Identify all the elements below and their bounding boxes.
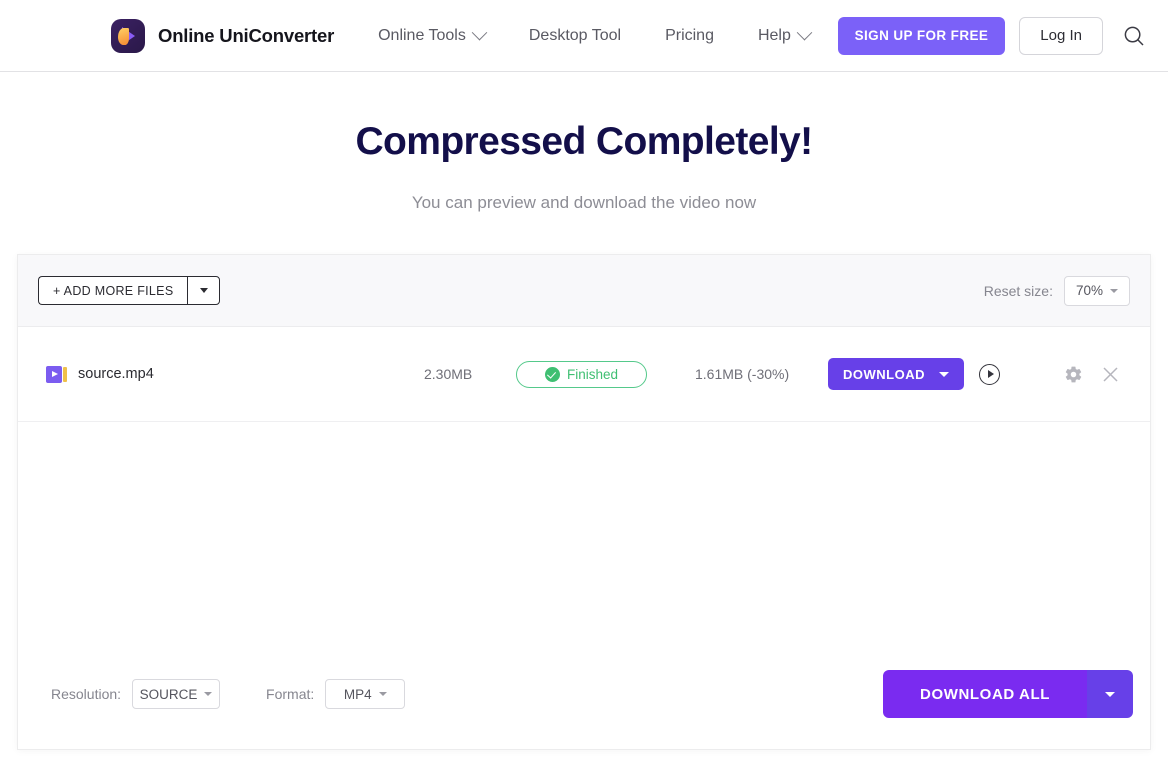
nav-item-help[interactable]: Help — [736, 24, 832, 45]
check-circle-icon — [544, 366, 560, 382]
gear-icon[interactable] — [1064, 365, 1083, 384]
page-title: Compressed Completely! — [355, 120, 813, 163]
table-row: source.mp4 2.30MB Finished 1.61MB (-30%)… — [18, 327, 1150, 422]
resolution-value: SOURCE — [139, 686, 198, 702]
status-badge: Finished — [516, 360, 647, 388]
sign-up-button[interactable]: SIGN UP FOR FREE — [837, 16, 1006, 55]
add-more-files-group: + ADD MORE FILES — [38, 276, 221, 305]
main-nav: Online Tools Desktop Tool Pricing Help — [356, 24, 832, 45]
chevron-down-icon — [199, 288, 208, 293]
hero-section: Compressed Completely! You can preview a… — [0, 72, 1168, 213]
format-select[interactable]: MP4 — [325, 679, 406, 709]
chevron-down-icon — [471, 24, 488, 41]
reset-size-value: 70% — [1075, 283, 1103, 298]
card-toolbar: + ADD MORE FILES Reset size: 70% — [18, 255, 1150, 327]
format-label: Format: — [266, 686, 315, 702]
resolution-label: Resolution: — [51, 686, 122, 702]
video-file-icon — [46, 365, 67, 383]
download-button[interactable]: DOWNLOAD — [828, 358, 964, 390]
nav-item-desktop-tool[interactable]: Desktop Tool — [507, 27, 643, 45]
nav-item-pricing[interactable]: Pricing — [643, 27, 736, 45]
close-icon[interactable] — [1102, 366, 1119, 383]
download-all-group: DOWNLOAD ALL — [883, 670, 1133, 718]
page-subtitle: You can preview and download the video n… — [411, 193, 757, 212]
log-in-button[interactable]: Log In — [1019, 16, 1103, 55]
chevron-down-icon — [939, 371, 949, 377]
format-value: MP4 — [343, 686, 372, 702]
brand-name: Online UniConverter — [158, 24, 335, 46]
resolution-select[interactable]: SOURCE — [132, 679, 221, 709]
file-list-card: + ADD MORE FILES Reset size: 70% source.… — [17, 254, 1151, 750]
play-circle-icon[interactable] — [979, 363, 1000, 385]
download-button-label: DOWNLOAD — [843, 366, 925, 382]
reset-size-label: Reset size: — [983, 282, 1053, 299]
add-more-files-button[interactable]: + ADD MORE FILES — [38, 276, 188, 305]
file-name: source.mp4 — [78, 366, 154, 382]
nav-item-label: Pricing — [665, 26, 714, 44]
chevron-down-icon — [378, 692, 387, 696]
nav-item-label: Help — [757, 26, 791, 44]
header-actions: SIGN UP FOR FREE Log In — [837, 16, 1168, 55]
brand[interactable]: Online UniConverter — [111, 18, 335, 53]
file-name-cell: source.mp4 — [46, 365, 424, 383]
uniconverter-logo-icon — [111, 18, 145, 53]
site-header: Online UniConverter Online Tools Desktop… — [0, 0, 1168, 72]
nav-item-online-tools[interactable]: Online Tools — [356, 24, 507, 45]
download-all-dropdown-button[interactable] — [1087, 670, 1133, 718]
compressed-size: 1.61MB (-30%) — [695, 366, 790, 382]
status-text: Finished — [566, 366, 619, 382]
chevron-down-icon — [1110, 288, 1118, 293]
row-actions: DOWNLOAD — [828, 358, 1119, 390]
add-more-files-dropdown-button[interactable] — [187, 276, 221, 305]
nav-item-label: Online Tools — [378, 26, 466, 44]
card-footer: Resolution: SOURCE Format: MP4 DOWNLOAD … — [18, 639, 1150, 749]
chevron-down-icon — [796, 24, 813, 41]
reset-size-group: Reset size: 70% — [983, 275, 1130, 306]
reset-size-select[interactable]: 70% — [1063, 275, 1130, 306]
chevron-down-icon — [204, 692, 213, 696]
nav-item-label: Desktop Tool — [528, 26, 622, 44]
search-icon[interactable] — [1122, 24, 1146, 48]
original-size: 2.30MB — [424, 366, 473, 382]
download-all-button[interactable]: DOWNLOAD ALL — [883, 670, 1087, 718]
chevron-down-icon — [1105, 691, 1115, 697]
